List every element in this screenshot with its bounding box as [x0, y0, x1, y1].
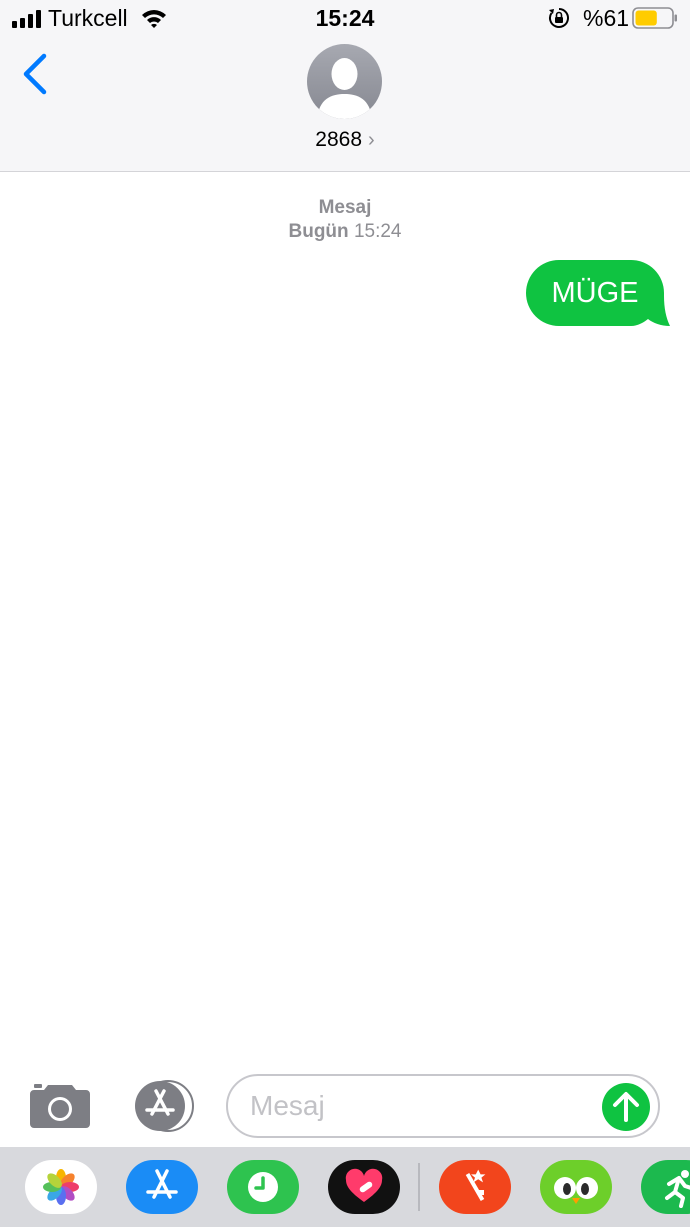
outgoing-message-bubble[interactable]: MÜGE — [520, 256, 680, 336]
digital-touch-heart-icon — [345, 1168, 383, 1202]
camera-button[interactable] — [28, 1082, 92, 1130]
clock-app-button[interactable] — [227, 1160, 299, 1214]
clock-icon — [248, 1172, 278, 1202]
video-effects-icon — [465, 1169, 486, 1201]
person-silhouette-icon — [317, 58, 372, 119]
drawer-divider — [418, 1163, 420, 1211]
app-store-icon — [146, 1169, 178, 1199]
apps-button[interactable] — [128, 1080, 196, 1132]
battery-icon — [632, 7, 677, 29]
battery-percentage: %61 — [583, 5, 630, 31]
orientation-lock-icon — [549, 8, 569, 28]
message-text: MÜGE — [551, 277, 639, 309]
messages-screen: Turkcell 15:24 %61 2868 › Mesaj Bugün 15… — [0, 0, 690, 1227]
conversation-header: Turkcell 15:24 %61 2868 › — [0, 0, 690, 172]
wifi-icon — [142, 10, 166, 28]
chevron-right-icon: › — [368, 129, 375, 151]
owl-app-icon — [554, 1177, 598, 1204]
service-label: Mesaj — [318, 197, 372, 218]
back-button[interactable] — [18, 52, 52, 96]
carrier-name: Turkcell — [48, 5, 128, 31]
contact-name-button[interactable]: 2868 › — [0, 128, 690, 152]
owl-app-button[interactable] — [540, 1160, 612, 1214]
send-button[interactable] — [602, 1083, 650, 1131]
message-input-field[interactable] — [226, 1074, 660, 1138]
cellular-signal-icon — [12, 10, 41, 28]
effects-app-button[interactable] — [439, 1160, 511, 1214]
contact-name: 2868 — [315, 128, 363, 151]
status-bar: Turkcell 15:24 %61 — [0, 0, 690, 40]
digital-touch-app-button[interactable] — [328, 1160, 400, 1214]
photos-app-button[interactable] — [25, 1160, 97, 1214]
arrow-up-icon — [613, 1092, 639, 1122]
activity-app-button[interactable] — [641, 1160, 690, 1214]
contact-avatar[interactable] — [307, 44, 382, 119]
message-input[interactable] — [250, 1084, 600, 1128]
app-store-app-button[interactable] — [126, 1160, 198, 1214]
timestamp-day: Bugün — [288, 221, 349, 242]
imessage-app-drawer — [0, 1147, 690, 1227]
activity-runner-icon — [665, 1170, 690, 1208]
message-timestamp: Bugün 15:24 — [0, 221, 690, 243]
photos-icon — [43, 1169, 79, 1205]
timestamp-time: 15:24 — [353, 221, 402, 242]
